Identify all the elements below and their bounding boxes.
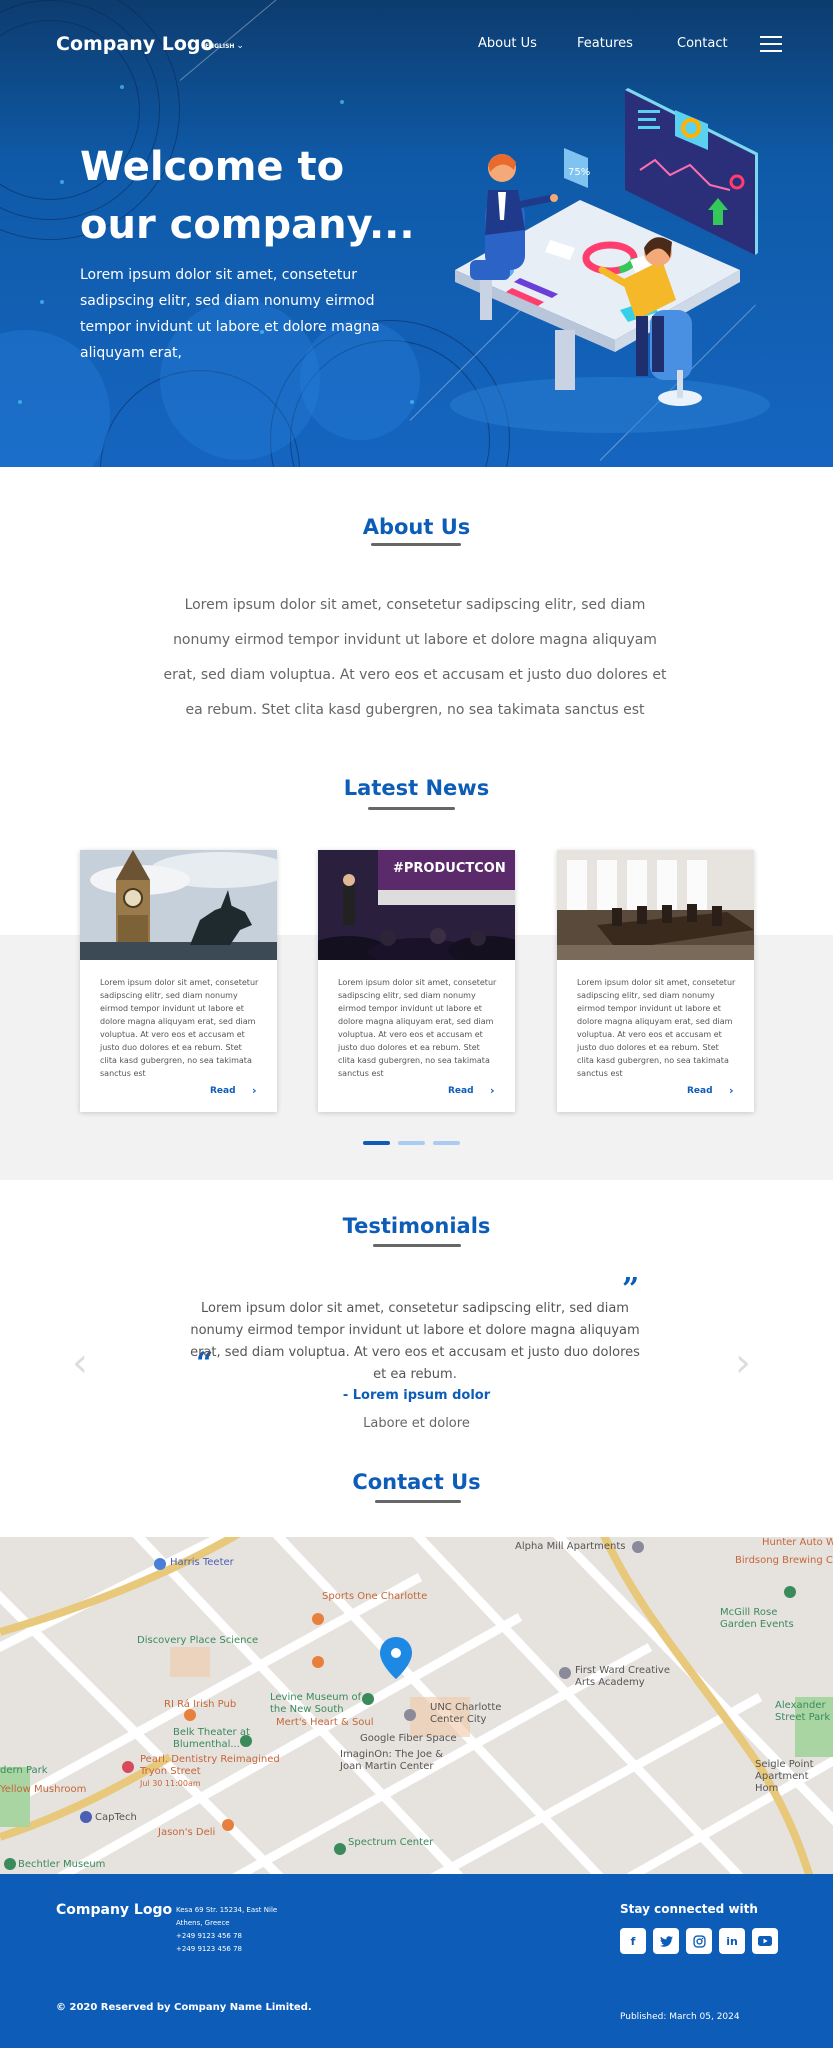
map[interactable]: Harris Teeter Sports One Charlotte Disco… xyxy=(0,1537,833,1874)
nav-about-us[interactable]: About Us xyxy=(478,36,537,51)
carousel-indicator[interactable] xyxy=(398,1141,425,1145)
chevron-right-icon[interactable]: › xyxy=(252,1084,257,1097)
news-card: Lorem ipsum dolor sit amet, consetetur s… xyxy=(80,850,277,1112)
linkedin-icon[interactable]: in xyxy=(719,1928,745,1954)
chevron-right-icon[interactable]: › xyxy=(490,1084,495,1097)
hero-illustration: 75% xyxy=(450,88,770,433)
contact-title: Contact Us xyxy=(352,1470,481,1494)
contact-title-underline xyxy=(375,1500,461,1503)
about-title-underline xyxy=(371,543,461,546)
map-label: Discovery Place Science xyxy=(137,1635,259,1646)
testimonials-title: Testimonials xyxy=(342,1214,491,1238)
hamburger-menu-icon[interactable] xyxy=(760,36,782,52)
company-logo[interactable]: Company Logo xyxy=(56,33,214,55)
published-date: Published: March 05, 2024 xyxy=(620,2012,740,2022)
about-text: Lorem ipsum dolor sit amet, consetetur s… xyxy=(163,597,667,718)
testimonial-prev-icon[interactable]: ‹ xyxy=(72,1340,88,1386)
map-label: Spectrum Center xyxy=(348,1837,434,1848)
news-card-text: Lorem ipsum dolor sit amet, consetetur s… xyxy=(100,978,259,1078)
read-link[interactable]: Read xyxy=(687,1086,713,1096)
news-title-underline xyxy=(368,807,455,810)
map-label: Sports One Charlotte xyxy=(322,1591,428,1602)
testimonial-next-icon[interactable]: › xyxy=(735,1340,751,1386)
map-label: Levine Museum of the New South xyxy=(270,1692,362,1715)
address-line: Kesa 69 Str. 15234, East Nile xyxy=(176,1906,278,1914)
map-label: Harris Teeter xyxy=(170,1557,234,1568)
map-label: Yellow Mushroom xyxy=(0,1784,87,1795)
map-label: RI Rá Irish Pub xyxy=(164,1699,237,1710)
chevron-right-icon[interactable]: › xyxy=(729,1084,734,1097)
stay-connected-label: Stay connected with xyxy=(620,1902,758,1916)
twitter-icon[interactable] xyxy=(653,1928,679,1954)
language-selector[interactable]: ENGLISH ⌄ xyxy=(205,41,244,51)
map-label: Belk Theater at Blumenthal... xyxy=(173,1727,250,1750)
map-label: Bechtler Museum xyxy=(18,1859,106,1870)
map-label: Alexander Street Park xyxy=(775,1700,831,1723)
copyright: © 2020 Reserved by Company Name Limited. xyxy=(56,2002,312,2013)
testimonial-role: Labore et dolore xyxy=(363,1416,470,1431)
map-label: McGill Rose Garden Events xyxy=(720,1607,794,1630)
news-card-text: Lorem ipsum dolor sit amet, consetetur s… xyxy=(338,978,497,1078)
news-card: #PRODUCTCON Lorem ipsum dolor sit amet, … xyxy=(318,850,515,1112)
hero-title: Welcome to our company... xyxy=(80,138,460,254)
map-label: First Ward Creative Arts Academy xyxy=(575,1665,670,1688)
address-line: Athens, Greece xyxy=(176,1919,230,1927)
map-label: Mert's Heart & Soul xyxy=(276,1717,374,1728)
facebook-icon[interactable]: f xyxy=(620,1928,646,1954)
map-label: CapTech xyxy=(95,1812,137,1823)
carousel-indicator[interactable] xyxy=(433,1141,460,1145)
news-card-text: Lorem ipsum dolor sit amet, consetetur s… xyxy=(577,978,736,1078)
map-label: Jason's Deli xyxy=(158,1827,216,1838)
map-label: UNC Charlotte Center City xyxy=(430,1702,502,1725)
map-label: Jul 30 11:00am xyxy=(140,1779,201,1788)
phone-line: +249 9123 456 78 xyxy=(176,1945,242,1953)
carousel-indicator-active[interactable] xyxy=(363,1141,390,1145)
news-card-image-meeting-room xyxy=(557,850,754,960)
about-title: About Us xyxy=(362,515,471,539)
hero-title-line2: our company... xyxy=(80,202,415,248)
map-label: ImaginOn: The Joe & Joan Martin Center xyxy=(340,1749,444,1772)
phone-line: +249 9123 456 78 xyxy=(176,1932,242,1940)
page: Company Logo ENGLISH ⌄ About Us Features… xyxy=(0,0,833,2048)
read-link[interactable]: Read xyxy=(448,1086,474,1096)
news-card-image-conference: #PRODUCTCON xyxy=(318,850,515,960)
testimonial-author: - Lorem ipsum dolor xyxy=(342,1388,491,1403)
map-label: Google Fiber Space xyxy=(360,1733,457,1744)
footer: Company Logo Kesa 69 Str. 15234, East Ni… xyxy=(0,1874,833,2048)
map-label: Pearl. Dentistry Reimagined Tryon Street xyxy=(140,1754,280,1777)
instagram-icon[interactable] xyxy=(686,1928,712,1954)
testimonial-text: Lorem ipsum dolor sit amet, consetetur s… xyxy=(190,1301,640,1382)
read-link[interactable]: Read xyxy=(210,1086,236,1096)
hero-section: Company Logo ENGLISH ⌄ About Us Features… xyxy=(0,0,833,467)
footer-address: Kesa 69 Str. 15234, East Nile Athens, Gr… xyxy=(176,1904,277,1956)
hero-text: Lorem ipsum dolor sit amet, consetetur s… xyxy=(80,267,380,361)
hero-title-line1: Welcome to xyxy=(80,144,345,190)
testimonials-title-underline xyxy=(373,1244,461,1247)
news-card: Lorem ipsum dolor sit amet, consetetur s… xyxy=(557,850,754,1112)
conference-image-text: #PRODUCTCON xyxy=(393,861,506,876)
chevron-down-icon: ⌄ xyxy=(236,41,244,51)
map-label: Seigle Point Apartment Hom xyxy=(755,1759,814,1794)
youtube-icon[interactable] xyxy=(752,1928,778,1954)
language-label: ENGLISH xyxy=(205,43,235,50)
news-title: Latest News xyxy=(343,776,490,800)
hero-badge-text: 75% xyxy=(568,167,590,178)
footer-logo[interactable]: Company Logo xyxy=(56,1902,172,1918)
map-label: Hunter Auto Wrecker Serv xyxy=(762,1537,833,1548)
map-label: Alpha Mill Apartments xyxy=(515,1541,626,1552)
nav-features[interactable]: Features xyxy=(577,36,633,51)
nav-contact[interactable]: Contact xyxy=(677,36,728,51)
map-label: dern Park xyxy=(0,1765,48,1776)
map-label: Birdsong Brewing Co xyxy=(735,1555,833,1566)
news-card-image-bigben xyxy=(80,850,277,960)
